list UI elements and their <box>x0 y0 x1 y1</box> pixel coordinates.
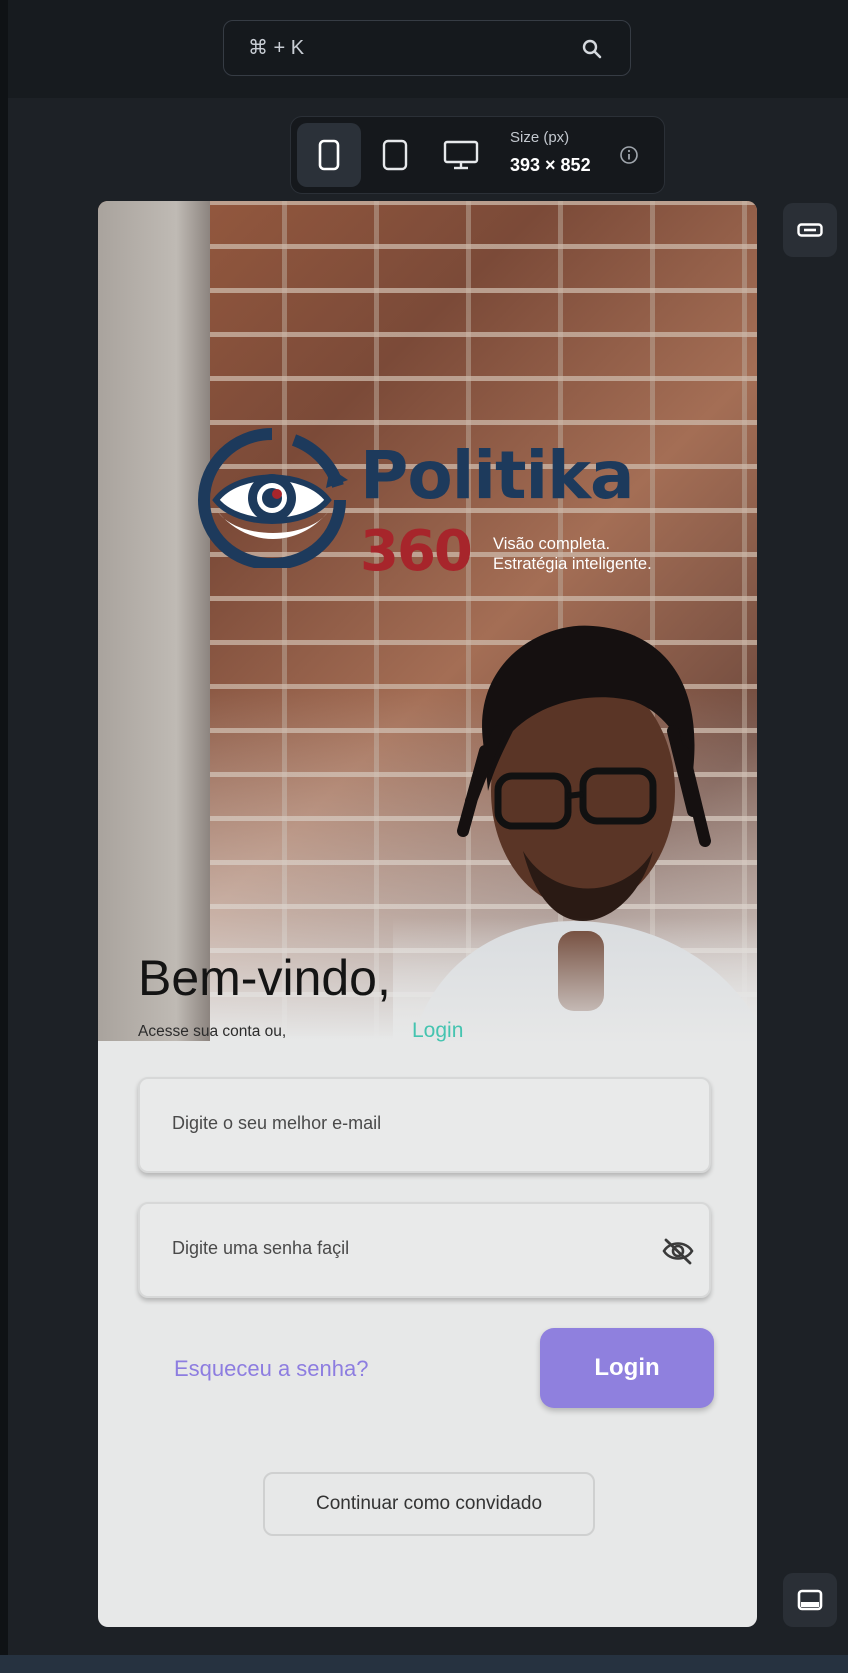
info-icon[interactable] <box>619 145 639 165</box>
email-placeholder: Digite o seu melhor e-mail <box>172 1113 382 1133</box>
bottom-panel-icon <box>797 1589 823 1611</box>
tagline-line-2: Estratégia inteligente. <box>493 555 652 573</box>
left-edge <box>0 0 8 1673</box>
size-value: 393 × 852 <box>510 155 591 175</box>
desktop-icon <box>443 140 479 170</box>
size-label: Size (px) <box>510 129 570 146</box>
keyboard-icon <box>797 223 823 237</box>
login-button[interactable]: Login <box>540 1328 714 1408</box>
search-box[interactable]: ⌘ + K <box>223 20 631 76</box>
toggle-toolbar-button[interactable] <box>783 203 837 257</box>
continue-as-guest-button[interactable]: Continuar como convidado <box>263 1472 595 1536</box>
phone-preview: Politika 360 Visão completa. Estratégia … <box>98 201 757 1627</box>
email-field[interactable]: Digite o seu melhor e-mail <box>138 1077 711 1173</box>
password-placeholder: Digite uma senha façil <box>172 1238 350 1258</box>
desktop-device-button[interactable] <box>429 123 493 187</box>
brand-name: Politika <box>360 437 635 514</box>
forgot-password-link[interactable]: Esqueceu a senha? <box>174 1356 369 1382</box>
person-illustration <box>393 601 757 1041</box>
politika-logo-icon <box>198 428 348 568</box>
welcome-title: Bem-vindo, <box>138 950 391 1006</box>
tagline-line-1: Visão completa. <box>493 535 611 553</box>
toggle-bottom-panel-button[interactable] <box>783 1573 837 1627</box>
device-size-bar: Size (px) 393 × 852 <box>290 116 665 194</box>
search-icon <box>582 39 602 59</box>
login-link[interactable]: Login <box>412 1019 463 1043</box>
bottom-strip <box>0 1655 848 1673</box>
tablet-device-button[interactable] <box>363 123 427 187</box>
brand-number: 360 <box>360 519 473 584</box>
password-field[interactable]: Digite uma senha façil <box>138 1202 711 1298</box>
mobile-device-button[interactable] <box>297 123 361 187</box>
search-shortcut: ⌘ + K <box>248 37 305 59</box>
tablet-icon <box>382 139 408 171</box>
mobile-icon <box>318 139 340 171</box>
brand-tagline: Visão completa. Estratégia inteligente. <box>493 534 652 574</box>
background-wall <box>98 201 210 1041</box>
eye-off-icon[interactable] <box>661 1237 695 1265</box>
welcome-subtitle: Acesse sua conta ou, <box>138 1023 287 1040</box>
